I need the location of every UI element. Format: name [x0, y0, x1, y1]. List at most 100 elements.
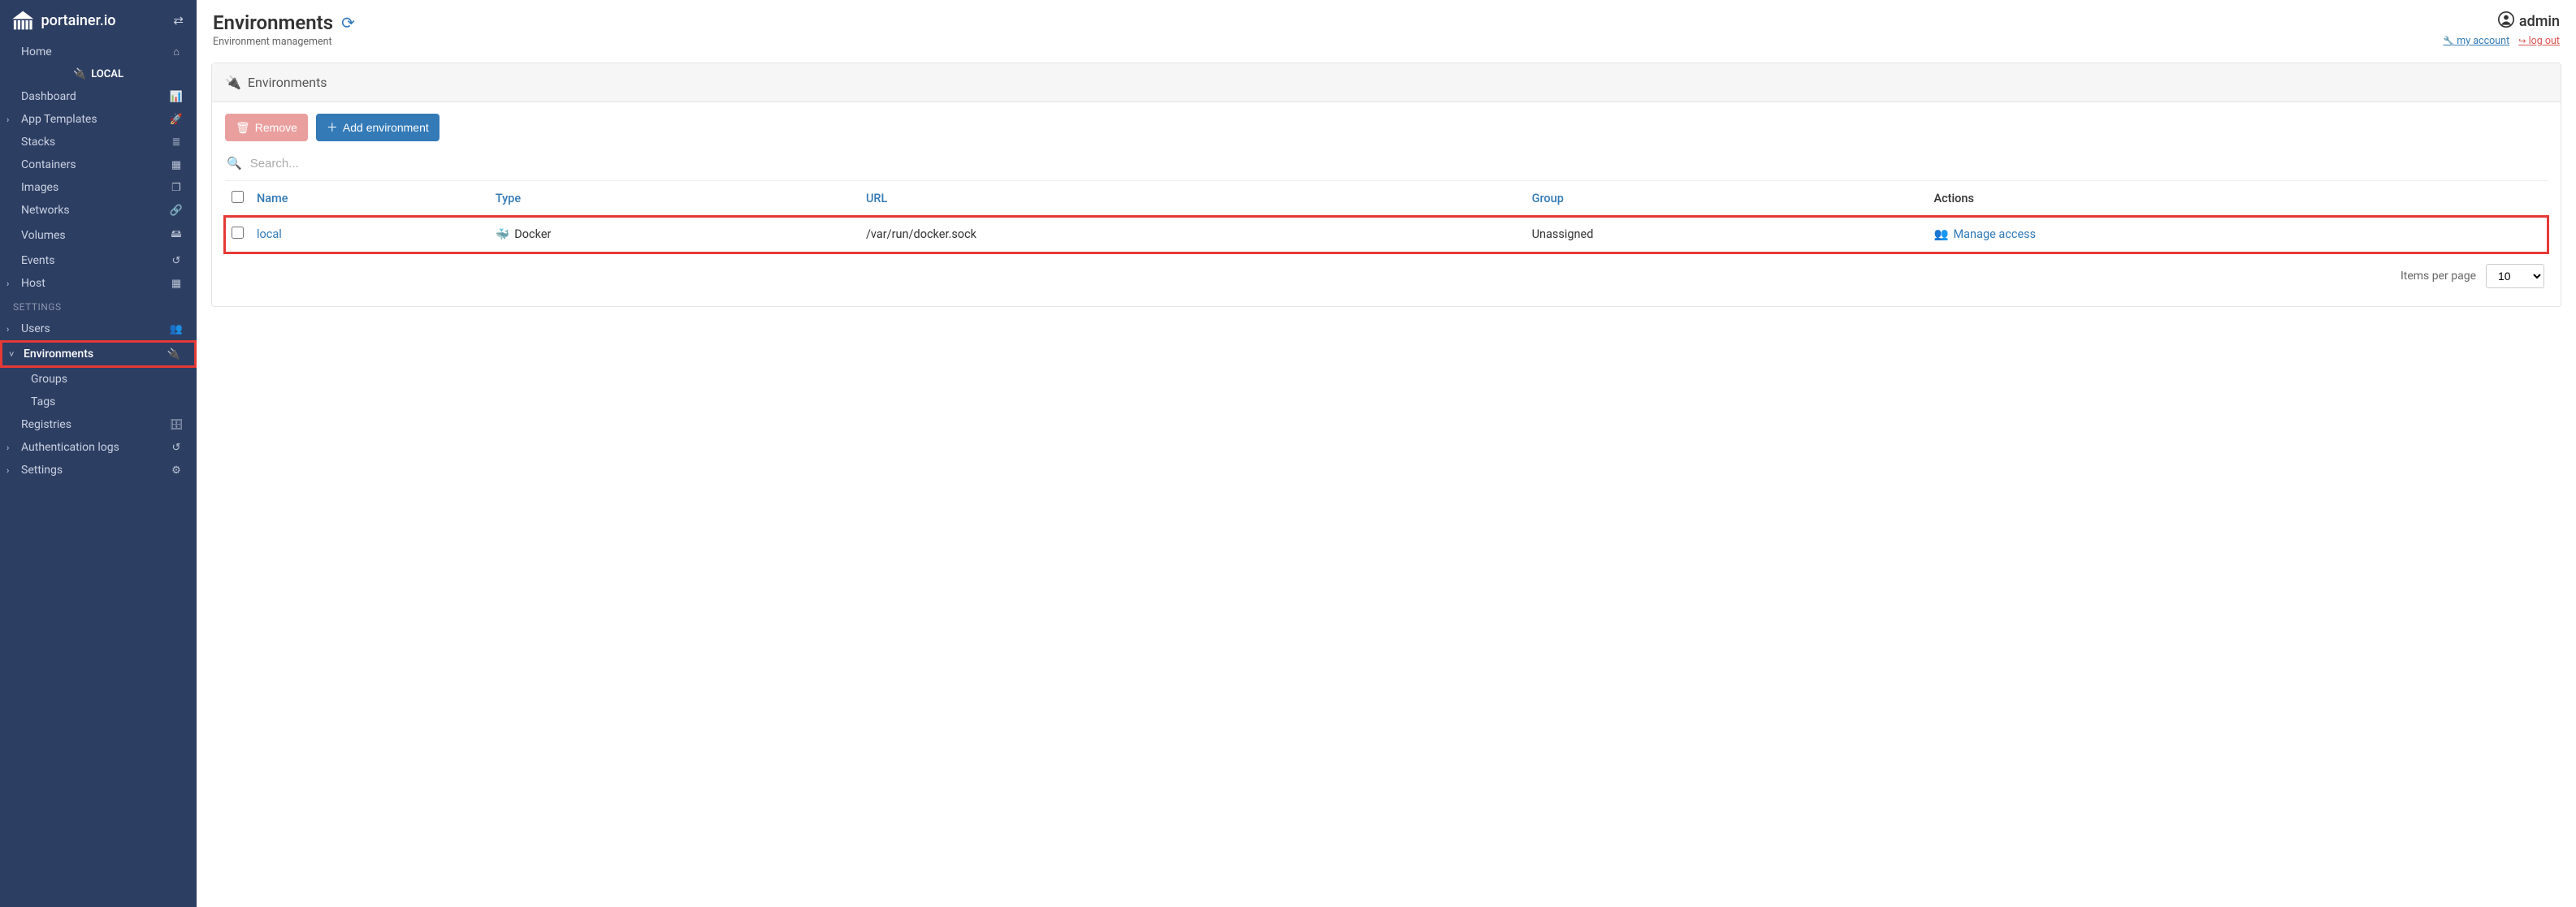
clone-icon: ❐ [169, 182, 184, 194]
history-icon: ↺ [169, 442, 184, 454]
page-subtitle: Environment management [213, 36, 355, 48]
column-type[interactable]: Type [489, 181, 859, 217]
sidebar-item-label: Users [21, 322, 50, 335]
database-icon: 🗄 [169, 419, 184, 431]
sidebar-item-groups[interactable]: Groups [0, 368, 197, 391]
sidebar-item-containers[interactable]: Containers ▦ [0, 153, 197, 176]
environments-table: Name Type URL Group Actions local 🐳 [225, 181, 2548, 253]
trash-icon: 🗑 [236, 121, 250, 135]
my-account-link[interactable]: 🔧 my account [2443, 35, 2509, 47]
sidebar-settings-heading: SETTINGS [0, 295, 197, 317]
wrench-icon: 🔧 [2443, 36, 2454, 46]
panel-header: 🔌 Environments [212, 63, 2561, 102]
sidebar-item-label: Authentication logs [21, 441, 119, 454]
sidebar-item-dashboard[interactable]: Dashboard 📊 [0, 85, 197, 108]
brand-logo[interactable]: portainer.io [10, 10, 116, 31]
sidebar-item-label: Home [21, 45, 52, 58]
column-group[interactable]: Group [1526, 181, 1928, 217]
search-icon: 🔍 [227, 156, 242, 171]
sidebar-item-label: App Templates [21, 113, 97, 126]
sidebar-item-environments[interactable]: Environments 🔌 [2, 343, 194, 365]
sidebar-item-app-templates[interactable]: App Templates 🚀 [0, 108, 197, 131]
hdd-icon: 🖴 [169, 227, 184, 244]
sidebar-item-label: Groups [31, 373, 67, 386]
sidebar-item-auth-logs[interactable]: Authentication logs ↺ [0, 436, 197, 459]
items-per-page-label: Items per page [2401, 270, 2476, 283]
environments-panel: 🔌 Environments 🗑 Remove ＋ Add environmen… [211, 63, 2561, 307]
home-icon: ⌂ [169, 45, 184, 58]
sign-out-icon: ↪ [2518, 36, 2526, 46]
brand-text: portainer.io [41, 12, 116, 29]
environment-type: Docker [514, 227, 551, 241]
manage-access-link[interactable]: 👥 Manage access [1933, 227, 2036, 241]
plug-icon: 🔌 [73, 68, 86, 80]
sidebar-item-host[interactable]: Host ▦ [0, 272, 197, 295]
sidebar-item-registries[interactable]: Registries 🗄 [0, 413, 197, 436]
environment-url: /var/run/docker.sock [859, 217, 1526, 253]
users-icon: 👥 [1933, 227, 1948, 241]
panel-title: Environments [248, 75, 327, 90]
sidebar-item-label: Volumes [21, 229, 66, 242]
docker-icon: 🐳 [496, 228, 509, 241]
refresh-icon[interactable]: ⟳ [341, 13, 355, 32]
environment-group: Unassigned [1526, 217, 1928, 253]
list-icon: ≣ [169, 136, 184, 149]
sidebar-item-settings[interactable]: Settings ⚙ [0, 459, 197, 482]
sidebar-item-volumes[interactable]: Volumes 🖴 [0, 222, 197, 249]
chevron-right-icon: › [6, 324, 9, 335]
plug-icon: 🔌 [225, 75, 241, 90]
table-row: local 🐳 Docker /var/run/docker.sock Unass… [225, 217, 2548, 253]
portainer-logo-icon [10, 10, 37, 31]
sidebar-item-label: Environments [24, 348, 93, 361]
sidebar-item-label: Containers [21, 158, 76, 171]
sidebar-item-label: Registries [21, 418, 71, 431]
sidebar-item-tags[interactable]: Tags [0, 391, 197, 413]
chevron-right-icon: › [6, 465, 9, 476]
history-icon: ↺ [169, 255, 184, 267]
sidebar-item-label: Images [21, 181, 58, 194]
username: admin [2519, 13, 2560, 30]
sidebar-item-label: Stacks [21, 136, 55, 149]
plus-circle-icon: ＋ [327, 119, 338, 136]
plug-icon: 🔌 [167, 348, 181, 361]
th-icon: ▦ [169, 278, 184, 290]
search-input[interactable] [250, 157, 2546, 171]
environment-name-link[interactable]: local [257, 227, 282, 241]
sidebar: portainer.io ⇄ Home ⌂ 🔌 LOCAL Dashboard … [0, 0, 197, 907]
items-per-page-select[interactable]: 10 [2486, 264, 2544, 288]
sidebar-item-label: Events [21, 254, 54, 267]
sidebar-item-events[interactable]: Events ↺ [0, 249, 197, 272]
sidebar-collapse-icon[interactable]: ⇄ [173, 13, 184, 28]
sidebar-item-label: Settings [21, 464, 63, 477]
user-circle-icon [2498, 11, 2514, 32]
sidebar-item-label: Networks [21, 204, 70, 217]
page-title: Environments [213, 11, 333, 34]
tachometer-icon: 📊 [169, 91, 184, 103]
sidebar-item-stacks[interactable]: Stacks ≣ [0, 131, 197, 153]
chevron-right-icon: › [6, 114, 9, 125]
remove-button[interactable]: 🗑 Remove [225, 114, 308, 141]
add-environment-button[interactable]: ＋ Add environment [316, 114, 439, 141]
sidebar-item-home[interactable]: Home ⌂ [0, 41, 197, 63]
cubes-icon: ▦ [169, 159, 184, 171]
sidebar-local-header: 🔌 LOCAL [0, 63, 197, 85]
chevron-right-icon: › [6, 443, 9, 453]
main-content: Environments ⟳ Environment management ad… [197, 0, 2576, 907]
sidebar-item-images[interactable]: Images ❐ [0, 176, 197, 199]
cogs-icon: ⚙ [169, 464, 184, 477]
sitemap-icon: 🔗 [169, 205, 184, 217]
chevron-right-icon: › [6, 279, 9, 289]
rocket-icon: 🚀 [169, 114, 184, 126]
select-all-checkbox[interactable] [232, 191, 244, 203]
column-name[interactable]: Name [250, 181, 489, 217]
sidebar-item-users[interactable]: Users 👥 [0, 317, 197, 340]
users-icon: 👥 [169, 323, 184, 335]
sidebar-item-label: Host [21, 277, 45, 290]
row-checkbox[interactable] [232, 227, 244, 239]
sidebar-item-networks[interactable]: Networks 🔗 [0, 199, 197, 222]
column-url[interactable]: URL [859, 181, 1526, 217]
chevron-down-icon: ˅ [9, 349, 14, 360]
log-out-link[interactable]: ↪ log out [2518, 35, 2560, 47]
sidebar-item-label: Tags [31, 395, 55, 408]
column-actions: Actions [1927, 181, 2548, 217]
